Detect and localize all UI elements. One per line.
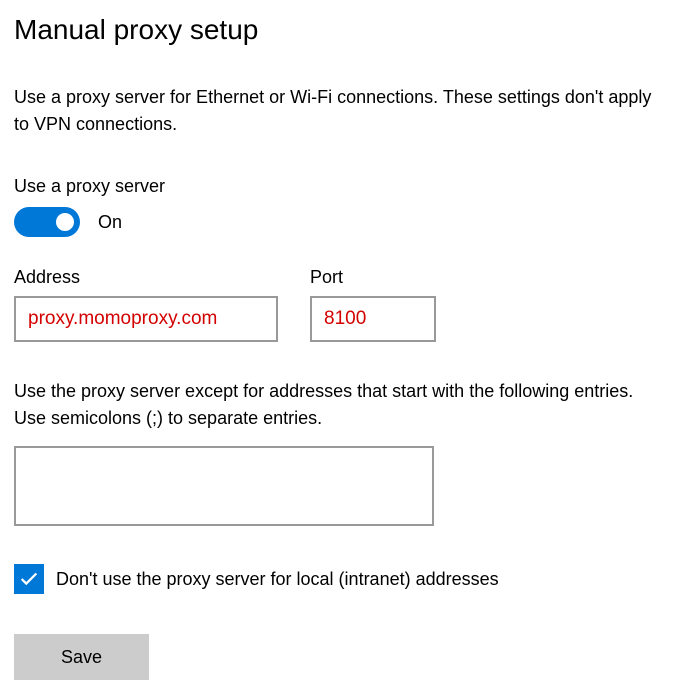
exceptions-input[interactable]	[14, 446, 434, 526]
address-input[interactable]	[14, 296, 278, 342]
proxy-toggle-row: On	[14, 207, 663, 237]
toggle-knob	[56, 213, 74, 231]
checkmark-icon	[18, 568, 40, 590]
address-label: Address	[14, 267, 278, 288]
proxy-description: Use a proxy server for Ethernet or Wi-Fi…	[14, 84, 654, 138]
proxy-toggle-state: On	[98, 212, 122, 233]
page-title: Manual proxy setup	[14, 14, 663, 46]
address-group: Address	[14, 267, 278, 342]
save-button[interactable]: Save	[14, 634, 149, 680]
local-bypass-label: Don't use the proxy server for local (in…	[56, 569, 499, 590]
proxy-toggle-label: Use a proxy server	[14, 176, 663, 197]
address-port-row: Address Port	[14, 267, 663, 342]
exceptions-label: Use the proxy server except for addresse…	[14, 378, 663, 432]
port-group: Port	[310, 267, 436, 342]
proxy-toggle[interactable]	[14, 207, 80, 237]
port-label: Port	[310, 267, 436, 288]
local-bypass-checkbox[interactable]	[14, 564, 44, 594]
port-input[interactable]	[310, 296, 436, 342]
local-bypass-row: Don't use the proxy server for local (in…	[14, 564, 663, 594]
